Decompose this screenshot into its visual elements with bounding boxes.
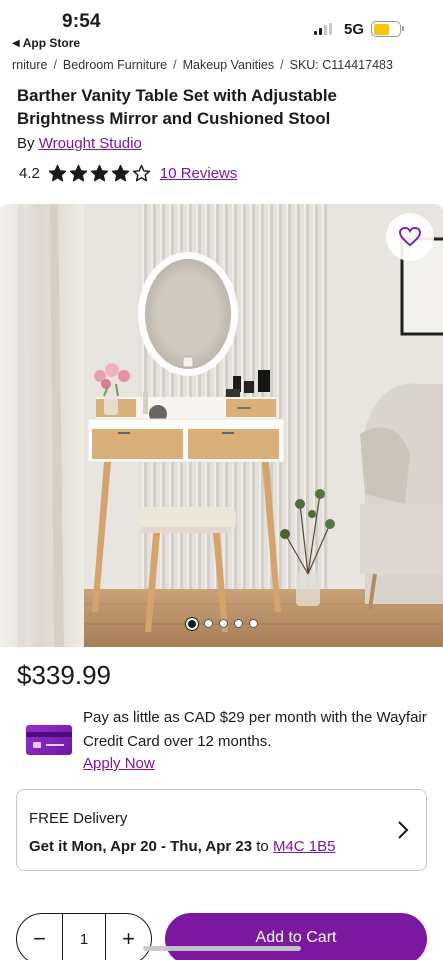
back-app-label: App Store [22,36,81,50]
delivery-to: to [256,838,269,855]
back-arrow-icon: ◀ [12,37,20,49]
quantity-value[interactable]: 1 [62,914,106,960]
pagination-dot[interactable] [233,619,243,628]
pagination-dot[interactable] [185,617,198,630]
status-bar: 9:54 ◀ App Store 5G [0,0,443,56]
pagination-dot[interactable] [248,619,258,628]
chevron-right-icon [398,821,409,839]
back-to-app-store[interactable]: ◀ App Store [12,36,80,50]
breadcrumb-separator: / [173,58,177,72]
status-time: 9:54 [62,11,101,32]
breadcrumb-item[interactable]: Bedroom Furniture [63,58,167,72]
star-empty-icon [132,164,150,182]
product-price: $339.99 [17,660,111,690]
rating-row: 4.2 10 Reviews [19,164,237,183]
postal-code-link[interactable]: M4C 1B5 [273,838,336,855]
star-rating [48,164,151,183]
battery-icon [371,21,404,37]
delivery-dates: Get it Mon, Apr 20 - Thu, Apr 23 to M4C … [29,838,335,855]
add-to-cart-button[interactable]: Add to Cart [165,913,427,960]
reviews-link[interactable]: 10 Reviews [160,165,238,182]
breadcrumb: rniture / Bedroom Furniture / Makeup Vanitie… [12,58,443,74]
credit-offer-text: Pay as little as CAD $29 per month with … [83,709,427,750]
star-filled-icon [90,164,108,182]
network-type: 5G [344,21,365,38]
product-title: Barther Vanity Table Set with Adjustable… [17,86,337,128]
delivery-title: FREE Delivery [29,810,128,827]
image-pagination [0,617,443,630]
breadcrumb-separator: / [53,58,57,72]
battery-level [373,23,389,35]
brand-line: By Wrought Studio [17,135,142,152]
credit-card-icon [26,725,72,755]
rating-value: 4.2 [19,165,40,182]
product-image[interactable] [0,204,443,647]
home-indicator [143,946,301,951]
breadcrumb-separator: / [280,58,284,72]
breadcrumb-item[interactable]: Makeup Vanities [183,58,275,72]
brand-prefix: By [17,135,35,152]
delivery-date-range: Get it Mon, Apr 20 - Thu, Apr 23 [29,838,253,855]
favorite-button[interactable] [386,213,434,261]
star-filled-icon [111,164,129,182]
star-filled-icon [48,164,66,182]
brand-link[interactable]: Wrought Studio [39,135,142,152]
quantity-stepper: − 1 + [16,913,152,960]
delivery-card[interactable]: FREE Delivery Get it Mon, Apr 20 - Thu, … [16,789,427,871]
heart-icon [399,227,421,247]
pagination-dot[interactable] [218,619,228,628]
pagination-dot[interactable] [203,619,213,628]
decrease-quantity-button[interactable]: − [17,914,62,960]
breadcrumb-sku: SKU: C114417483 [289,58,393,72]
apply-now-link[interactable]: Apply Now [83,755,155,772]
increase-quantity-button[interactable]: + [106,914,151,960]
star-filled-icon [69,164,87,182]
signal-icon [314,23,332,35]
breadcrumb-item[interactable]: rniture [12,58,47,72]
add-to-cart-label: Add to Cart [255,929,337,946]
